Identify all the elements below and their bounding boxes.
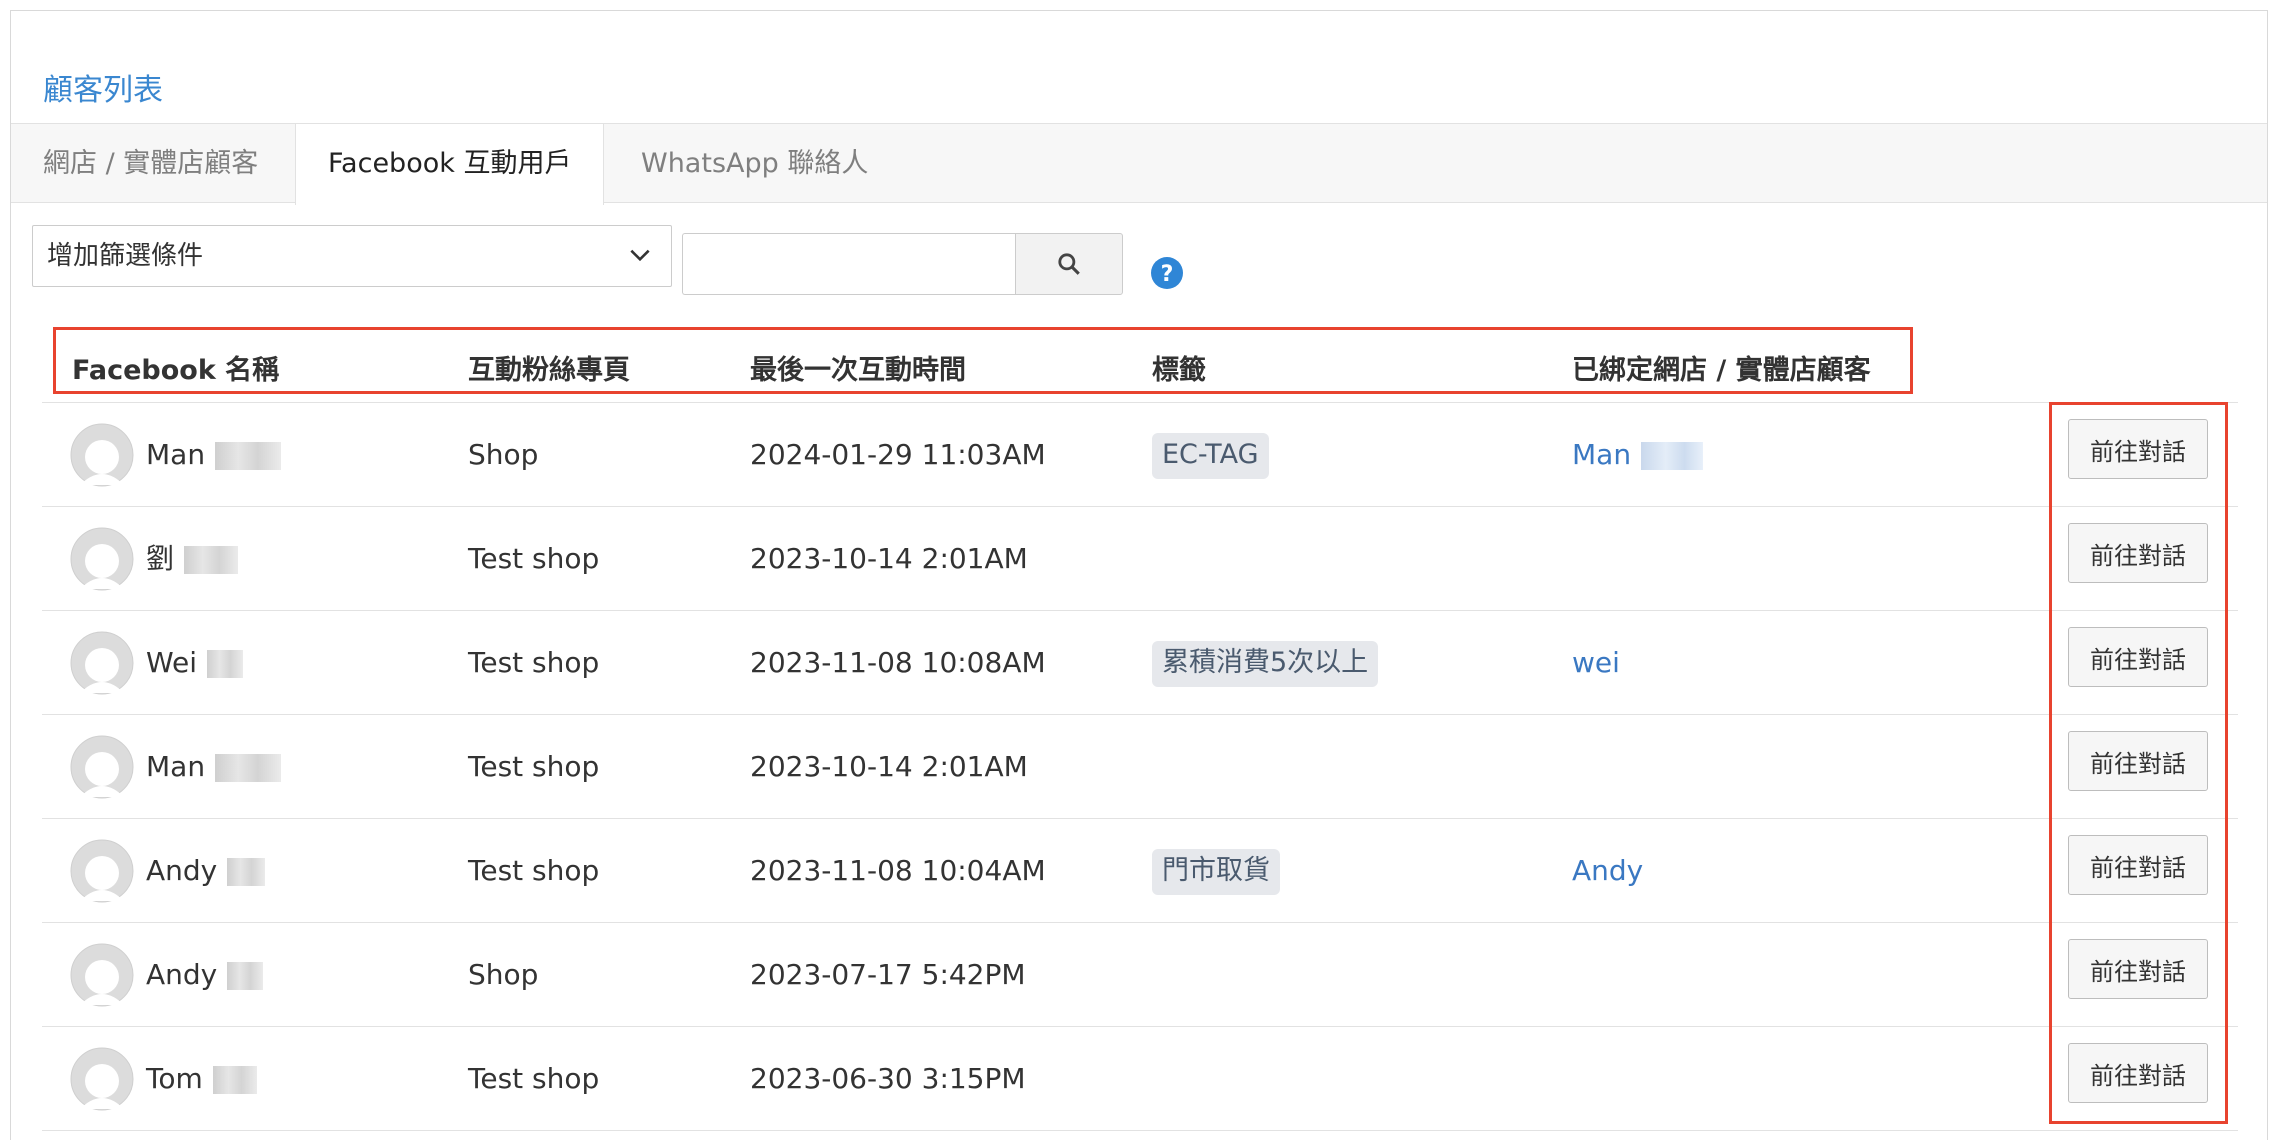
tag-cell: EC-TAG (1152, 403, 1269, 507)
header-facebook-name: Facebook 名稱 (72, 355, 280, 386)
user-avatar-icon (70, 527, 134, 591)
redacted-name-blur (212, 1066, 257, 1094)
facebook-name: Andy (146, 854, 218, 887)
bound-customer-cell: Andy (1572, 819, 1643, 923)
facebook-name-cell: Man (146, 715, 282, 819)
search-button[interactable] (1015, 233, 1123, 295)
table-row: Man Shop 2024-01-29 11:03AM EC-TAG Man 前往對話 (42, 403, 2238, 507)
search-input[interactable] (682, 233, 1026, 295)
bound-customer-link[interactable]: wei (1572, 646, 1620, 679)
facebook-name: 劉 (146, 542, 175, 575)
svg-text:?: ? (1161, 262, 1174, 287)
chevron-down-icon (630, 249, 650, 262)
redacted-name-blur (184, 546, 239, 574)
facebook-name: Man (146, 438, 206, 471)
header-fan-page: 互動粉絲專頁 (468, 355, 630, 386)
search-icon (1058, 253, 1080, 275)
header-bound-customer: 已綁定網店 / 實體店顧客 (1572, 355, 1871, 386)
fan-page-cell: Test shop (468, 1062, 600, 1095)
add-filter-label: 增加篩選條件 (47, 241, 204, 271)
facebook-name-cell: Andy (146, 819, 266, 923)
redacted-name-blur (207, 650, 244, 678)
fan-page-cell: Test shop (468, 854, 600, 887)
table-row: 劉 Test shop 2023-10-14 2:01AM 前往對話 (42, 507, 2238, 611)
facebook-name: Wei (146, 646, 198, 679)
table-row: Tom Test shop 2023-06-30 3:15PM 前往對話 (42, 1027, 2238, 1131)
last-interaction-cell: 2023-10-14 2:01AM (750, 750, 1028, 783)
bound-customer-link[interactable]: Man (1572, 438, 1631, 471)
redacted-name-blur (227, 962, 264, 990)
bound-customer-link[interactable]: Andy (1572, 854, 1643, 887)
tab-facebook-users[interactable]: Facebook 互動用戶 (295, 124, 605, 205)
tab-bar: 網店 / 實體店顧客 Facebook 互動用戶 WhatsApp 聯絡人 (11, 123, 2267, 205)
fan-page-cell: Test shop (468, 750, 600, 783)
facebook-name-cell: Wei (146, 611, 244, 715)
tab-store-customers[interactable]: 網店 / 實體店顧客 (11, 124, 290, 204)
add-filter-select[interactable]: 增加篩選條件 (32, 225, 672, 287)
table-row: Man Test shop 2023-10-14 2:01AM 前往對話 (42, 715, 2238, 819)
header-tags: 標籤 (1152, 355, 1206, 386)
redacted-name-blur (215, 754, 282, 782)
help-icon[interactable]: ? (1150, 256, 1184, 290)
tag-badge: 門市取貨 (1152, 849, 1280, 895)
facebook-name-cell: Andy (146, 923, 264, 1027)
last-interaction-cell: 2023-06-30 3:15PM (750, 1062, 1026, 1095)
last-interaction-cell: 2023-11-08 10:08AM (750, 646, 1046, 679)
user-avatar-icon (70, 735, 134, 799)
facebook-name-cell: Tom (146, 1027, 257, 1131)
redacted-name-blur (227, 858, 266, 886)
fan-page-cell: Shop (468, 958, 539, 991)
last-interaction-cell: 2024-01-29 11:03AM (750, 438, 1046, 471)
facebook-name: Man (146, 750, 206, 783)
redacted-name-blur (215, 442, 282, 470)
user-avatar-icon (70, 631, 134, 695)
bound-customer-cell: Man (1572, 403, 1704, 507)
tab-whatsapp-contacts[interactable]: WhatsApp 聯絡人 (609, 124, 900, 204)
facebook-name-cell: Man (146, 403, 282, 507)
header-last-interaction: 最後一次互動時間 (750, 355, 966, 386)
fan-page-cell: Test shop (468, 542, 600, 575)
page-title: 顧客列表 (43, 73, 163, 108)
tag-cell: 累積消費5次以上 (1152, 611, 1379, 715)
last-interaction-cell: 2023-11-08 10:04AM (750, 854, 1046, 887)
facebook-name-cell: 劉 (146, 507, 239, 611)
facebook-name: Andy (146, 958, 218, 991)
user-avatar-icon (70, 943, 134, 1007)
last-interaction-cell: 2023-10-14 2:01AM (750, 542, 1028, 575)
table-row: Wei Test shop 2023-11-08 10:08AM 累積消費5次以上 we… (42, 611, 2238, 715)
redacted-bound-blur (1641, 442, 1704, 470)
table-row: Andy Shop 2023-07-17 5:42PM 前往對話 (42, 923, 2238, 1027)
last-interaction-cell: 2023-07-17 5:42PM (750, 958, 1026, 991)
user-avatar-icon (70, 1047, 134, 1111)
tag-cell: 門市取貨 (1152, 819, 1280, 923)
user-avatar-icon (70, 839, 134, 903)
tag-badge: EC-TAG (1152, 433, 1269, 479)
action-column-highlight-box (2049, 402, 2228, 1124)
fan-page-cell: Test shop (468, 646, 600, 679)
table-row: Andy Test shop 2023-11-08 10:04AM 門市取貨 Andy 前… (42, 819, 2238, 923)
tag-badge: 累積消費5次以上 (1152, 641, 1379, 687)
user-avatar-icon (70, 423, 134, 487)
facebook-name: Tom (146, 1062, 203, 1095)
bound-customer-cell: wei (1572, 611, 1620, 715)
fan-page-cell: Shop (468, 438, 539, 471)
